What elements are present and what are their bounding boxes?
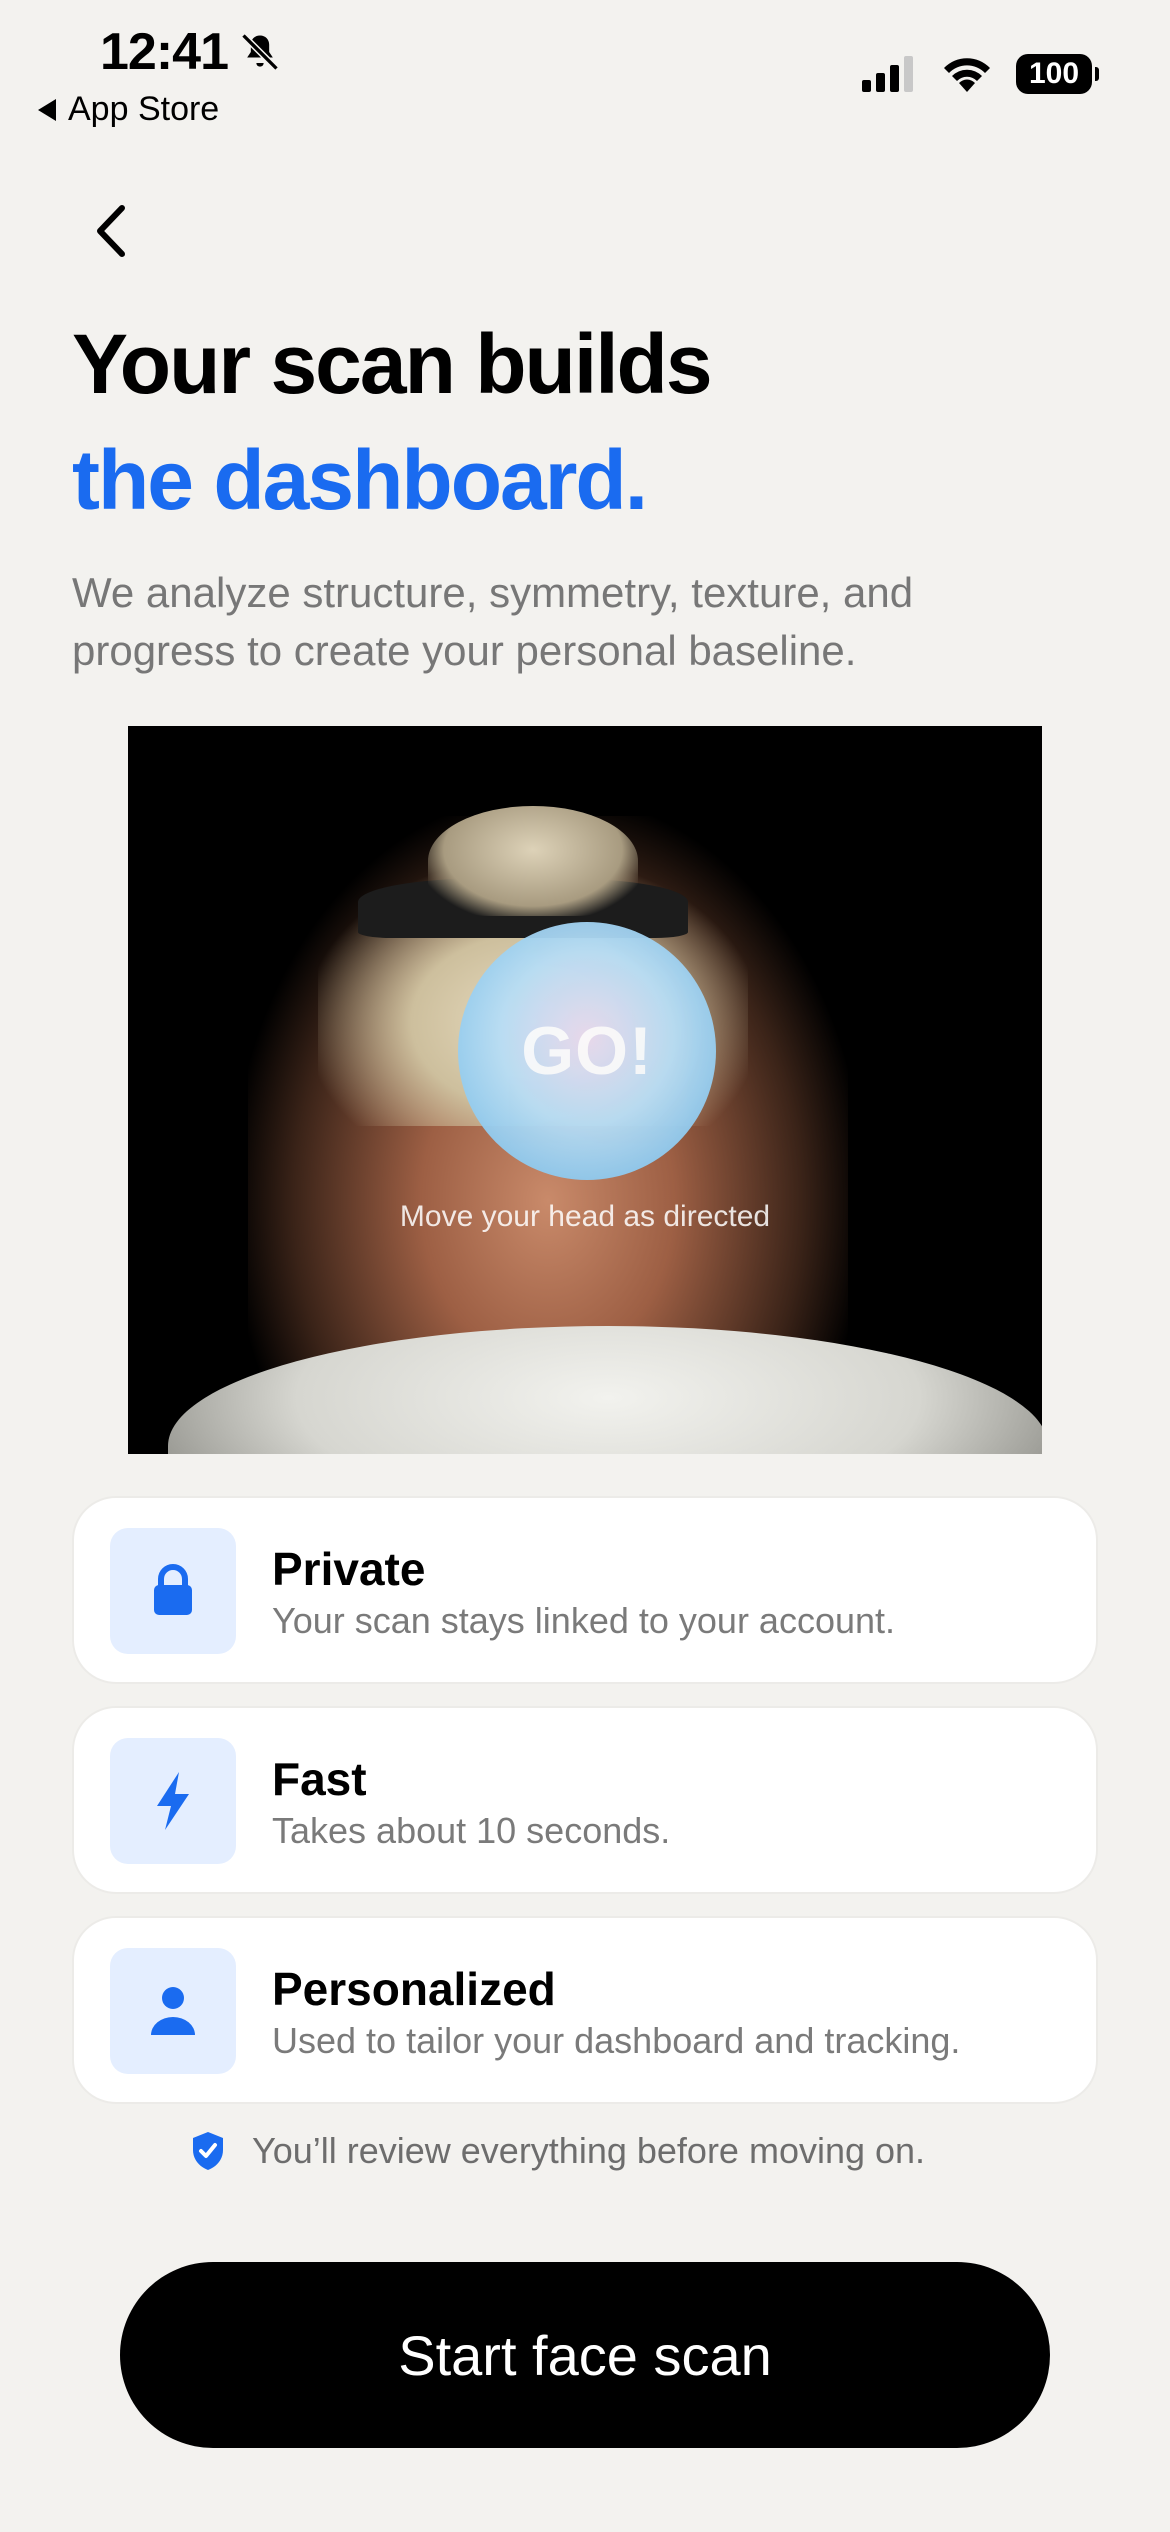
cellular-signal-icon xyxy=(862,56,913,92)
feature-card-private: Private Your scan stays linked to your a… xyxy=(72,1496,1098,1684)
go-text: GO! xyxy=(521,1013,653,1089)
shield-check-icon xyxy=(193,2132,223,2170)
scan-preview-video: GO! Move your head as directed xyxy=(128,726,1042,1454)
page-title-line2: the dashboard. xyxy=(72,433,648,527)
feature-description: Takes about 10 seconds. xyxy=(272,1810,671,1851)
scan-instruction-caption: Move your head as directed xyxy=(399,1200,771,1233)
feature-card-personalized: Personalized Used to tailor your dashboa… xyxy=(72,1916,1098,2104)
icon-tile xyxy=(110,1528,236,1654)
back-triangle-icon xyxy=(38,98,56,121)
cap-shape xyxy=(428,806,638,916)
review-note: You’ll review everything before moving o… xyxy=(190,2130,925,2172)
person-icon xyxy=(151,1987,195,2035)
feature-card-fast: Fast Takes about 10 seconds. xyxy=(72,1706,1098,1894)
back-to-app-label: App Store xyxy=(68,90,220,128)
feature-description: Used to tailor your dashboard and tracki… xyxy=(272,2020,961,2061)
feature-description: Your scan stays linked to your account. xyxy=(272,1600,896,1641)
lock-icon xyxy=(154,1564,192,1615)
feature-title: Personalized xyxy=(272,1963,556,2015)
go-badge: GO! xyxy=(458,922,716,1180)
bell-muted-icon xyxy=(241,33,279,71)
icon-tile xyxy=(110,1948,236,2074)
battery-level: 100 xyxy=(1028,57,1080,90)
clock: 12:41 xyxy=(100,23,229,81)
status-indicators: 100 xyxy=(862,54,1099,94)
feature-title: Private xyxy=(272,1543,426,1595)
start-face-scan-button[interactable]: Start face scan xyxy=(120,2262,1050,2448)
back-chevron-icon[interactable] xyxy=(84,196,144,266)
page-subtitle: We analyze structure, symmetry, texture,… xyxy=(72,569,914,674)
lightning-icon xyxy=(157,1772,189,1830)
back-to-app-link[interactable]: App Store xyxy=(38,90,219,129)
battery-icon: 100 xyxy=(1016,54,1099,94)
wifi-icon xyxy=(944,58,990,92)
feature-title: Fast xyxy=(272,1753,367,1805)
review-note-text: You’ll review everything before moving o… xyxy=(252,2130,926,2171)
status-time: 12:41 xyxy=(100,22,282,82)
icon-tile xyxy=(110,1738,236,1864)
page-title-line1: Your scan builds xyxy=(72,317,713,411)
